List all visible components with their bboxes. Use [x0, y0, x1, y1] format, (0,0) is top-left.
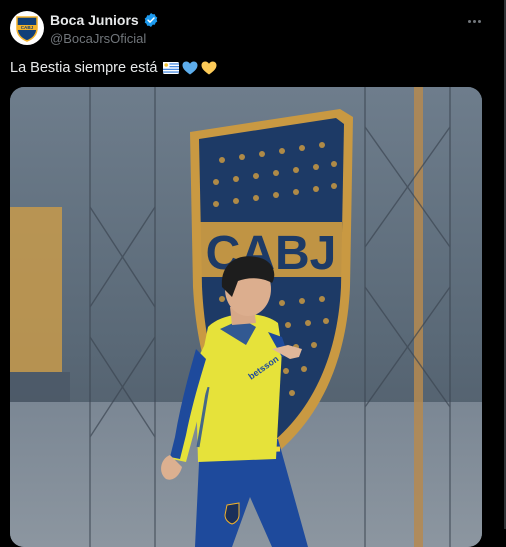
background-shadow [10, 372, 70, 407]
boca-crest-icon: CABJ [16, 16, 38, 42]
display-name[interactable]: Boca Juniors [50, 12, 159, 28]
uruguay-flag-icon [162, 62, 179, 74]
avatar[interactable]: CABJ [10, 11, 44, 45]
dot-icon [477, 19, 481, 23]
background-pole [414, 87, 423, 547]
dot-icon [472, 19, 476, 23]
background-yellow-panel [10, 207, 62, 372]
display-name-text: Boca Juniors [50, 12, 139, 28]
avatar-crest-text: CABJ [21, 25, 34, 30]
tweet-text-content: La Bestia siempre está [10, 60, 158, 76]
yellow-heart-icon [201, 61, 216, 75]
tweet-text: La Bestia siempre está [10, 60, 217, 76]
dot-icon [467, 19, 471, 23]
user-handle[interactable]: @BocaJrsOficial [50, 31, 146, 46]
photo-scene: CABJ betsson [10, 87, 482, 547]
tweet-photo[interactable]: CABJ betsson [10, 87, 482, 547]
blue-heart-icon [182, 61, 197, 75]
more-options-button[interactable] [464, 13, 484, 29]
verified-badge-icon [144, 13, 157, 27]
